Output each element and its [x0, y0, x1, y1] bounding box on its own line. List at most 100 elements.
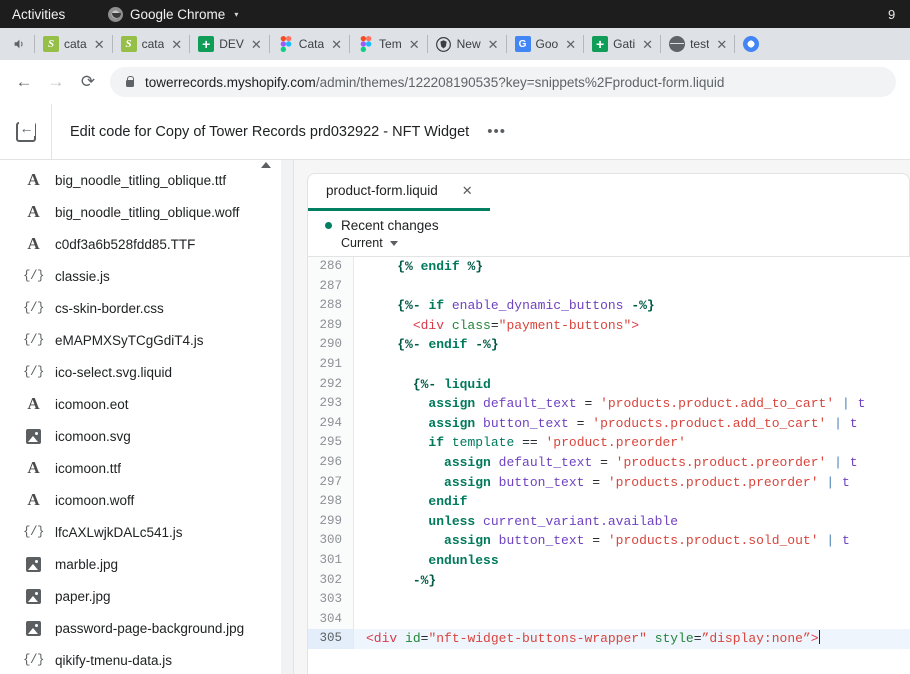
- code-line-content[interactable]: <div class="payment-buttons">: [354, 316, 639, 336]
- active-app-menu[interactable]: Google Chrome ▾: [108, 7, 238, 22]
- code-line[interactable]: 302 -%}: [308, 571, 910, 591]
- lock-icon[interactable]: [124, 76, 135, 89]
- browser-tab[interactable]: test ✕: [660, 28, 734, 60]
- browser-tab[interactable]: Cata ✕: [269, 28, 349, 60]
- code-line-content[interactable]: assign button_text = 'products.product.p…: [354, 473, 850, 493]
- browser-tab[interactable]: S cata ✕: [112, 28, 190, 60]
- editor-tab-label: product-form.liquid: [326, 183, 438, 198]
- activities-button[interactable]: Activities: [12, 7, 65, 22]
- file-list-item[interactable]: Aicomoon.woff: [0, 484, 281, 516]
- browser-tab[interactable]: Gati ✕: [583, 28, 660, 60]
- file-list-item[interactable]: {/}eMAPMXSyTCgGdiT4.js: [0, 324, 281, 356]
- file-list-item[interactable]: {/}lfcAXLwjkDALc541.js: [0, 516, 281, 548]
- code-line-content[interactable]: {% endif %}: [354, 257, 483, 277]
- code-line-content[interactable]: if template == 'product.preorder': [354, 433, 686, 453]
- code-line[interactable]: 291: [308, 355, 910, 375]
- code-line[interactable]: 304: [308, 610, 910, 630]
- code-line-content[interactable]: assign button_text = 'products.product.a…: [354, 414, 858, 434]
- browser-tab[interactable]: Goo ✕: [506, 28, 584, 60]
- code-line[interactable]: 292 {%- liquid: [308, 375, 910, 395]
- tab-product-form-liquid[interactable]: product-form.liquid ✕: [308, 174, 490, 211]
- code-line[interactable]: 287: [308, 277, 910, 297]
- code-token: button_text: [499, 475, 585, 490]
- code-line-content[interactable]: {%- if enable_dynamic_buttons -%}: [354, 296, 655, 316]
- close-icon[interactable]: ✕: [488, 38, 499, 51]
- sidebar-scrollbar[interactable]: [260, 162, 272, 674]
- code-line[interactable]: 295 if template == 'product.preorder': [308, 433, 910, 453]
- code-line-content[interactable]: {%- liquid: [354, 375, 491, 395]
- line-number: 288: [308, 296, 354, 316]
- file-list-item[interactable]: Ac0df3a6b528fdd85.TTF: [0, 228, 281, 260]
- reload-button[interactable]: ⟳: [72, 66, 104, 98]
- close-icon[interactable]: ✕: [642, 38, 653, 51]
- browser-tab[interactable]: [734, 28, 761, 60]
- code-line[interactable]: 288 {%- if enable_dynamic_buttons -%}: [308, 296, 910, 316]
- code-editor-pane: product-form.liquid ✕ Recent changes Cur…: [294, 160, 910, 674]
- close-icon[interactable]: ✕: [462, 183, 473, 199]
- file-tree-sidebar[interactable]: Abig_noodle_titling_oblique.ttfAbig_nood…: [0, 160, 281, 674]
- file-list-item[interactable]: Aicomoon.eot: [0, 388, 281, 420]
- browser-tab[interactable]: New ✕: [427, 28, 506, 60]
- close-icon[interactable]: ✕: [331, 38, 342, 51]
- file-list-item[interactable]: Abig_noodle_titling_oblique.ttf: [0, 164, 281, 196]
- address-bar[interactable]: towerrecords.myshopify.com/admin/themes/…: [110, 67, 896, 97]
- close-icon[interactable]: ✕: [251, 38, 262, 51]
- code-line-content[interactable]: {%- endif -%}: [354, 335, 499, 355]
- code-token: t: [850, 455, 858, 470]
- back-button[interactable]: ←: [8, 66, 40, 98]
- code-line[interactable]: 298 endif: [308, 492, 910, 512]
- code-line-content[interactable]: endif: [354, 492, 467, 512]
- browser-tab[interactable]: DEV ✕: [189, 28, 269, 60]
- code-line-content[interactable]: <div id="nft-widget-buttons-wrapper" sty…: [354, 629, 820, 649]
- code-line-content[interactable]: unless current_variant.available: [354, 512, 678, 532]
- code-line-content[interactable]: assign default_text = 'products.product.…: [354, 453, 858, 473]
- code-token: 'products.product.sold_out': [608, 533, 819, 548]
- forward-button[interactable]: →: [40, 66, 72, 98]
- close-icon[interactable]: ✕: [94, 38, 105, 51]
- file-list-item[interactable]: {/}classie.js: [0, 260, 281, 292]
- code-line[interactable]: 296 assign default_text = 'products.prod…: [308, 453, 910, 473]
- file-list-item[interactable]: Abig_noodle_titling_oblique.woff: [0, 196, 281, 228]
- code-token: =: [592, 455, 615, 470]
- code-line-content[interactable]: assign default_text = 'products.product.…: [354, 394, 865, 414]
- code-line-content[interactable]: endunless: [354, 551, 499, 571]
- browser-tab[interactable]: S cata ✕: [34, 28, 112, 60]
- speaker-icon[interactable]: [4, 28, 34, 60]
- scroll-up-arrow-icon[interactable]: [261, 162, 271, 168]
- code-line-content[interactable]: assign button_text = 'products.product.s…: [354, 531, 850, 551]
- code-line[interactable]: 289 <div class="payment-buttons">: [308, 316, 910, 336]
- code-token: current_variant.available: [483, 514, 678, 529]
- close-icon[interactable]: ✕: [716, 38, 727, 51]
- code-line[interactable]: 300 assign button_text = 'products.produ…: [308, 531, 910, 551]
- code-line[interactable]: 286 {% endif %}: [308, 257, 910, 277]
- exit-code-editor-button[interactable]: [0, 104, 52, 160]
- code-line[interactable]: 299 unless current_variant.available: [308, 512, 910, 532]
- file-list-item[interactable]: {/}cs-skin-border.css: [0, 292, 281, 324]
- close-icon[interactable]: ✕: [409, 38, 420, 51]
- code-lines[interactable]: 286 {% endif %}287288 {%- if enable_dyna…: [308, 257, 910, 649]
- code-line[interactable]: 303: [308, 590, 910, 610]
- version-selector[interactable]: Current: [341, 236, 909, 250]
- code-line[interactable]: 301 endunless: [308, 551, 910, 571]
- code-line[interactable]: 297 assign button_text = 'products.produ…: [308, 473, 910, 493]
- file-list-item[interactable]: marble.jpg: [0, 548, 281, 580]
- file-list-item[interactable]: {/}qikify-tmenu-data.js: [0, 644, 281, 674]
- code-token: [366, 318, 413, 333]
- file-list-item[interactable]: icomoon.svg: [0, 420, 281, 452]
- browser-tab[interactable]: Tem ✕: [349, 28, 427, 60]
- file-list-item[interactable]: password-page-background.jpg: [0, 612, 281, 644]
- clock[interactable]: 9: [888, 0, 910, 28]
- close-icon[interactable]: ✕: [171, 38, 182, 51]
- code-line[interactable]: 290 {%- endif -%}: [308, 335, 910, 355]
- code-line-content[interactable]: -%}: [354, 571, 436, 591]
- code-token: [366, 553, 428, 568]
- code-line[interactable]: 305<div id="nft-widget-buttons-wrapper" …: [308, 629, 910, 649]
- more-actions-button[interactable]: •••: [487, 123, 506, 140]
- code-surface[interactable]: 286 {% endif %}287288 {%- if enable_dyna…: [307, 256, 910, 674]
- file-list-item[interactable]: paper.jpg: [0, 580, 281, 612]
- file-list-item[interactable]: Aicomoon.ttf: [0, 452, 281, 484]
- file-list-item[interactable]: {/}ico-select.svg.liquid: [0, 356, 281, 388]
- code-line[interactable]: 293 assign default_text = 'products.prod…: [308, 394, 910, 414]
- code-line[interactable]: 294 assign button_text = 'products.produ…: [308, 414, 910, 434]
- close-icon[interactable]: ✕: [565, 38, 576, 51]
